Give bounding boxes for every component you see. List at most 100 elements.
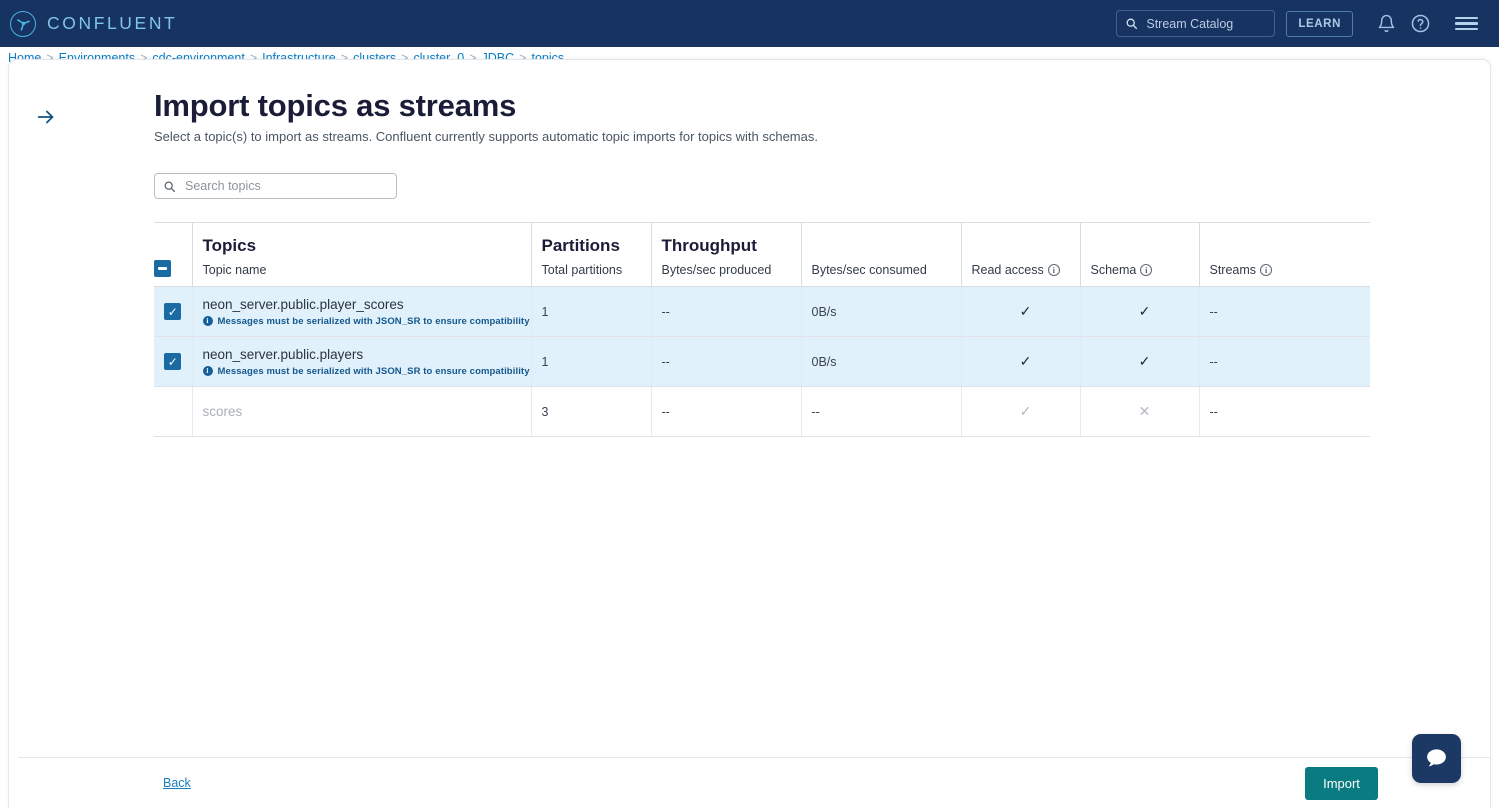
cell-schema: ✓ xyxy=(1080,287,1199,337)
info-icon[interactable]: i xyxy=(1260,264,1272,276)
header-label-streams: Streams xyxy=(1210,263,1257,277)
header-partitions: Partitions Total partitions xyxy=(531,223,651,287)
header-bytes-consumed: Bytes/sec consumed xyxy=(801,223,961,287)
cell-read-access: ✓ xyxy=(961,287,1080,337)
brand-logo[interactable]: CONFLUENT xyxy=(10,11,177,37)
cell-bytes-consumed: -- xyxy=(801,387,961,437)
cross-icon: ✕ xyxy=(1139,403,1151,419)
cell-topic-name: scores xyxy=(192,387,531,437)
info-icon[interactable]: i xyxy=(1140,264,1152,276)
chat-bubble-icon xyxy=(1424,746,1449,771)
check-icon: ✓ xyxy=(1139,353,1151,369)
header-label-total-partitions: Total partitions xyxy=(542,263,623,277)
header-label-read-access: Read access xyxy=(972,263,1044,277)
select-all-cell[interactable] xyxy=(154,223,192,287)
cell-bytes-consumed: 0B/s xyxy=(801,287,961,337)
cell-bytes-produced: -- xyxy=(651,287,801,337)
header-label-bytes-consumed: Bytes/sec consumed xyxy=(812,263,927,277)
cell-streams: -- xyxy=(1199,387,1370,437)
cell-total-partitions: 1 xyxy=(531,337,651,387)
search-topics-box[interactable] xyxy=(154,173,397,199)
header-group-throughput: Throughput xyxy=(662,236,801,256)
header-streams: Streams i xyxy=(1199,223,1370,287)
header-sub-streams: Streams i xyxy=(1210,263,1371,277)
info-icon: i xyxy=(203,366,213,376)
import-topics-panel: Import topics as streams Select a topic(… xyxy=(8,59,1491,808)
top-navigation-bar: CONFLUENT Stream Catalog LEARN xyxy=(0,0,1499,47)
header-throughput: Throughput Bytes/sec produced xyxy=(651,223,801,287)
row-checkbox-cell[interactable]: ✓ xyxy=(154,337,192,387)
header-read-access: Read access i xyxy=(961,223,1080,287)
table-row[interactable]: ✓ neon_server.public.player_scores i Mes… xyxy=(154,287,1370,337)
page-title: Import topics as streams xyxy=(154,88,1444,124)
cell-streams: -- xyxy=(1199,287,1370,337)
topic-warning-text: Messages must be serialized with JSON_SR… xyxy=(218,366,530,377)
cell-streams: -- xyxy=(1199,337,1370,387)
stream-catalog-placeholder: Stream Catalog xyxy=(1146,17,1233,31)
row-checkbox-cell[interactable]: ✓ xyxy=(154,287,192,337)
topics-table-body: ✓ neon_server.public.player_scores i Mes… xyxy=(154,287,1370,437)
search-topics-input[interactable] xyxy=(183,178,388,194)
table-row: scores 3 -- -- ✓ ✕ -- xyxy=(154,387,1370,437)
header-sub-bytes-consumed: Bytes/sec consumed xyxy=(812,263,961,277)
header-sub-topic-name: Topic name xyxy=(203,263,531,277)
header-label-schema: Schema xyxy=(1091,263,1137,277)
cell-total-partitions: 1 xyxy=(531,287,651,337)
row-checkbox-cell xyxy=(154,387,192,437)
check-icon: ✓ xyxy=(1020,403,1032,419)
header-sub-bytes-produced: Bytes/sec produced xyxy=(662,263,801,277)
header-sub-schema: Schema i xyxy=(1091,263,1199,277)
header-sub-total-partitions: Total partitions xyxy=(542,263,651,277)
hamburger-menu-icon[interactable] xyxy=(1449,7,1483,41)
cell-read-access: ✓ xyxy=(961,337,1080,387)
topics-table: Topics Topic name Partitions Total parti… xyxy=(154,222,1370,437)
table-header-row: Topics Topic name Partitions Total parti… xyxy=(154,223,1370,287)
header-schema: Schema i xyxy=(1080,223,1199,287)
row-checkbox[interactable]: ✓ xyxy=(164,303,181,320)
bell-icon[interactable] xyxy=(1369,7,1403,41)
header-sub-read-access: Read access i xyxy=(972,263,1080,277)
topic-name-text: neon_server.public.players xyxy=(203,347,531,362)
cell-topic-name: neon_server.public.players i Messages mu… xyxy=(192,337,531,387)
brand-name: CONFLUENT xyxy=(47,13,177,34)
import-button[interactable]: Import xyxy=(1305,767,1378,800)
back-link[interactable]: Back xyxy=(163,776,191,790)
topic-name-text: neon_server.public.player_scores xyxy=(203,297,531,312)
topic-warning: i Messages must be serialized with JSON_… xyxy=(203,316,531,327)
row-checkbox[interactable]: ✓ xyxy=(164,353,181,370)
table-row[interactable]: ✓ neon_server.public.players i Messages … xyxy=(154,337,1370,387)
page-content: Import topics as streams Select a topic(… xyxy=(154,88,1444,437)
cell-bytes-produced: -- xyxy=(651,337,801,387)
topic-warning: i Messages must be serialized with JSON_… xyxy=(203,366,531,377)
header-label-topic-name: Topic name xyxy=(203,263,267,277)
learn-button[interactable]: LEARN xyxy=(1286,11,1353,37)
page-subtitle: Select a topic(s) to import as streams. … xyxy=(154,129,1444,144)
info-icon[interactable]: i xyxy=(1048,264,1060,276)
cell-bytes-produced: -- xyxy=(651,387,801,437)
check-icon: ✓ xyxy=(1139,303,1151,319)
header-topics: Topics Topic name xyxy=(192,223,531,287)
cell-topic-name: neon_server.public.player_scores i Messa… xyxy=(192,287,531,337)
topic-name-text: scores xyxy=(203,404,531,419)
confluent-logo-icon xyxy=(10,11,36,37)
header-group-partitions: Partitions xyxy=(542,236,651,256)
search-icon xyxy=(163,180,176,193)
stream-catalog-search[interactable]: Stream Catalog xyxy=(1116,10,1275,37)
check-icon: ✓ xyxy=(1020,303,1032,319)
top-nav-actions: Stream Catalog LEARN xyxy=(1116,7,1499,41)
header-group-topics: Topics xyxy=(203,236,531,256)
info-icon: i xyxy=(203,316,213,326)
cell-read-access: ✓ xyxy=(961,387,1080,437)
cell-schema: ✕ xyxy=(1080,387,1199,437)
search-icon xyxy=(1125,17,1138,30)
header-label-bytes-produced: Bytes/sec produced xyxy=(662,263,772,277)
cell-total-partitions: 3 xyxy=(531,387,651,437)
panel-footer: Back Import xyxy=(18,757,1491,808)
cell-schema: ✓ xyxy=(1080,337,1199,387)
select-all-checkbox[interactable] xyxy=(154,260,171,277)
question-circle-icon[interactable] xyxy=(1403,7,1437,41)
cell-bytes-consumed: 0B/s xyxy=(801,337,961,387)
check-icon: ✓ xyxy=(1020,353,1032,369)
chat-widget-button[interactable] xyxy=(1412,734,1461,783)
arrow-right-icon[interactable] xyxy=(31,102,61,132)
